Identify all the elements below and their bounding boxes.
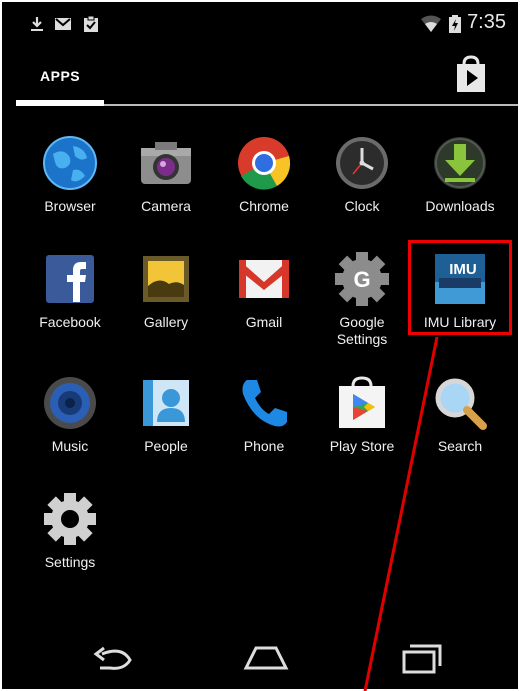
chrome-icon [238,137,291,190]
tab-apps[interactable]: APPS [16,54,104,106]
recent-apps-icon[interactable] [392,638,452,678]
magnifier-icon [435,378,487,430]
contacts-icon [143,380,189,426]
download-icon [31,17,43,31]
app-label: Google Settings [336,314,388,347]
launcher-screen: 7:35 APPS Browser Camera Chrome Clock Do… [2,2,518,689]
app-label: Play Store [329,438,395,454]
app-label: Settings [44,554,96,570]
play-store-icon [339,376,385,428]
mail-icon [55,18,71,30]
battery-icon [449,15,461,33]
app-label: Facebook [39,314,101,330]
svg-text:G: G [353,267,370,292]
download-arrow-icon [434,137,486,189]
phone-handset-icon [242,380,287,427]
envelope-icon [239,260,289,298]
google-gear-icon: G [335,252,389,306]
app-label: Downloads [425,198,495,214]
picture-frame-icon [143,256,189,302]
app-label: People [144,438,188,454]
clipboard-check-icon [84,15,98,32]
play-store-bag-icon[interactable] [448,54,494,98]
app-label: Gmail [245,314,283,330]
clock-icon [336,137,388,189]
app-label: Camera [141,198,191,214]
app-label: Phone [243,438,285,454]
status-time: 7:35 [467,11,506,33]
camera-icon [141,142,191,184]
apps-tab-label: APPS [40,68,81,84]
app-label: Search [437,438,483,454]
globe-icon [43,136,97,190]
wifi-icon [421,15,441,32]
home-icon[interactable] [236,638,296,678]
tab-divider [104,104,518,106]
facebook-icon [46,255,94,303]
status-bar: 7:35 [2,2,518,42]
app-label: Clock [344,198,380,214]
app-label: Gallery [143,314,189,330]
gear-icon [44,493,96,545]
app-label: Music [51,438,89,454]
app-label: Browser [44,198,96,214]
apps-tab-indicator [16,100,104,106]
highlight-box [408,240,512,335]
app-label: Chrome [239,198,289,214]
speaker-icon [44,377,96,429]
back-arrow-icon[interactable] [84,638,144,678]
